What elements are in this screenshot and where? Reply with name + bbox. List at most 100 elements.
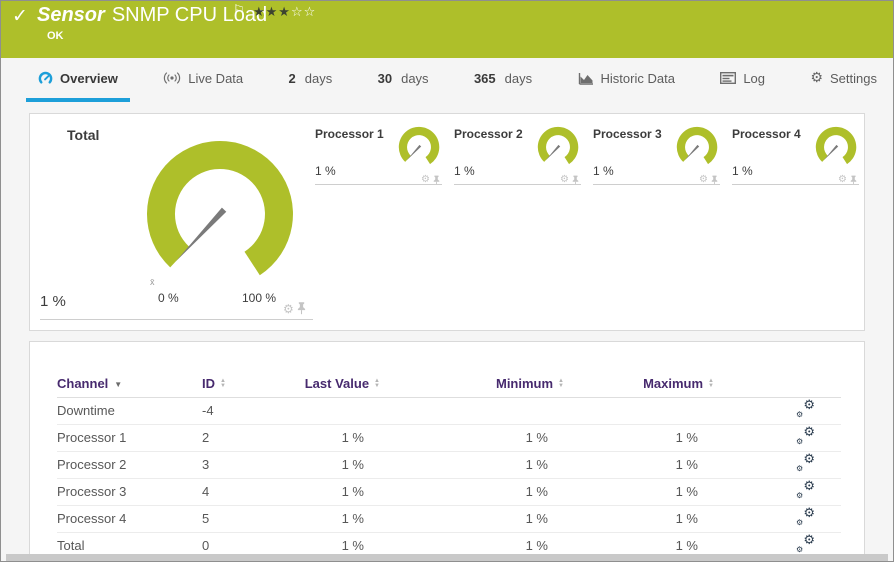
column-header-channel[interactable]: Channel ▼	[57, 370, 202, 398]
channel-id-cell: 2	[202, 424, 302, 452]
column-label: Maximum	[643, 375, 704, 391]
gauge-block-processor-4: Processor 4 1 % ⚙	[732, 114, 859, 194]
channels-table: Channel ▼ ID ▲ ▼ Last Value ▲ ▼ Minimum ▲ ▼ Max…	[57, 370, 841, 560]
channel-name-cell: Processor 3	[57, 478, 202, 506]
tab-label: Historic Data	[600, 70, 675, 86]
gauge-value: 1 %	[315, 164, 336, 178]
gauge-label: Processor 2	[454, 127, 523, 141]
total-gauge-actions: ⚙	[283, 302, 306, 315]
tab-log[interactable]: Log	[708, 58, 777, 102]
gear-big-icon: ⚙	[803, 425, 815, 440]
tab-number: 2	[288, 70, 296, 86]
channel-id-cell: 3	[202, 451, 302, 479]
maximum-cell: 1 %	[564, 451, 714, 479]
channel-id-cell: 5	[202, 505, 302, 533]
table-row: Downtime -4 ⚙ ⚙	[57, 397, 841, 425]
minimum-cell: 1 %	[380, 478, 564, 506]
gear-big-icon: ⚙	[803, 506, 815, 521]
channel-id-cell: 4	[202, 478, 302, 506]
tab-label: Settings	[829, 70, 877, 86]
table-row: Processor 4 5 1 % 1 % 1 % ⚙ ⚙	[57, 505, 841, 533]
total-gauge-label: Total	[67, 127, 100, 143]
status-ok-check-icon: ✓	[12, 5, 28, 27]
table-row: Processor 1 2 1 % 1 % 1 % ⚙ ⚙	[57, 424, 841, 452]
channel-settings-gears-icon[interactable]: ⚙ ⚙	[795, 398, 815, 419]
gauge-label: Processor 3	[593, 127, 662, 141]
sort-icon: ▲ ▼	[708, 378, 714, 390]
tab-label: days	[504, 70, 533, 86]
channel-settings-gears-icon[interactable]: ⚙ ⚙	[795, 452, 815, 473]
gear-small-icon: ⚙	[796, 518, 804, 527]
processor-2-gauge	[537, 126, 579, 165]
maximum-cell	[564, 397, 714, 425]
gear-big-icon: ⚙	[803, 479, 815, 494]
flag-icon[interactable]: ⚐	[233, 3, 245, 18]
column-header-id[interactable]: ID ▲ ▼	[202, 370, 302, 398]
channel-table-body: Downtime -4 ⚙ ⚙ Processor 1 2 1 % 1 % 1 …	[57, 397, 841, 560]
tab-30-days[interactable]: 30 days	[366, 58, 441, 102]
sensor-kind-label: Sensor	[37, 4, 105, 26]
gauge-scale-min: 0 %	[158, 291, 179, 305]
channel-name-cell: Processor 1	[57, 424, 202, 452]
tab-overview[interactable]: Overview	[26, 58, 130, 102]
gauge-block-processor-2: Processor 2 1 % ⚙	[454, 114, 581, 194]
tab-label: days	[401, 70, 429, 86]
divider	[732, 184, 859, 185]
tab-bar: Overview Live Data 2 days 30 days 365 da…	[1, 58, 893, 102]
tab-label: days	[304, 70, 333, 86]
channel-settings-gears-icon[interactable]: ⚙ ⚙	[795, 506, 815, 527]
sort-icon: ▲ ▼	[558, 378, 564, 390]
gauge-value: 1 %	[454, 164, 475, 178]
last-value-cell: 1 %	[302, 505, 380, 533]
stars-filled[interactable]: ★★★	[253, 5, 291, 20]
gear-big-icon: ⚙	[803, 398, 815, 413]
column-header-last-value[interactable]: Last Value ▲ ▼	[302, 370, 380, 398]
channel-settings-gears-icon[interactable]: ⚙ ⚙	[795, 425, 815, 446]
gear-big-icon: ⚙	[803, 533, 815, 548]
gear-small-icon: ⚙	[796, 464, 804, 473]
channel-name-cell: Processor 2	[57, 451, 202, 479]
pin-icon[interactable]	[297, 302, 306, 315]
channel-name-cell: Processor 4	[57, 505, 202, 533]
gauge-value: 1 %	[593, 164, 614, 178]
sort-desc-icon: ▼	[114, 379, 123, 389]
gauge-scale-max: 100 %	[242, 291, 277, 305]
maximum-cell: 1 %	[564, 505, 714, 533]
tab-number: 365	[473, 70, 496, 86]
channel-settings-gears-icon[interactable]: ⚙ ⚙	[795, 533, 815, 554]
channel-settings-gears-icon[interactable]: ⚙ ⚙	[795, 479, 815, 500]
gauge-arc	[146, 141, 293, 276]
gauge-icon	[38, 71, 53, 84]
maximum-cell: 1 %	[564, 478, 714, 506]
tab-settings[interactable]: ⚙ Settings	[798, 58, 889, 102]
tab-label: Overview	[60, 70, 118, 86]
gear-small-icon: ⚙	[796, 410, 804, 419]
divider	[454, 184, 581, 185]
horizontal-scrollbar[interactable]	[6, 554, 888, 561]
priority-stars[interactable]: ★★★☆☆	[253, 5, 316, 20]
tab-365-days[interactable]: 365 days	[462, 58, 544, 102]
gauge-value: 1 %	[732, 164, 753, 178]
column-label: Channel	[57, 375, 109, 391]
tab-historic-data[interactable]: Historic Data	[566, 58, 687, 102]
minimum-cell	[380, 397, 564, 425]
total-gauge-value: 1 %	[40, 293, 66, 310]
channel-settings-gear-icon[interactable]: ⚙	[283, 303, 294, 315]
tab-label: Log	[743, 70, 766, 86]
gear-small-icon: ⚙	[796, 545, 804, 554]
processor-1-gauge	[398, 126, 440, 165]
gauge-block-processor-3: Processor 3 1 % ⚙	[593, 114, 720, 194]
tab-live-data[interactable]: Live Data	[151, 58, 255, 102]
total-gauge: x̄	[146, 141, 293, 287]
processor-3-gauge	[676, 126, 718, 165]
column-header-maximum[interactable]: Maximum ▲ ▼	[564, 370, 714, 398]
sort-icon: ▲ ▼	[374, 378, 380, 390]
live-data-icon	[164, 72, 181, 84]
tab-2-days[interactable]: 2 days	[277, 58, 345, 102]
stars-empty[interactable]: ☆☆	[291, 5, 316, 20]
log-icon	[720, 72, 737, 84]
gauges-panel: Total x̄ 1 % 0 % 100 % ⚙ Processor 1 1 %	[29, 113, 865, 331]
column-header-minimum[interactable]: Minimum ▲ ▼	[380, 370, 564, 398]
table-header-row: Channel ▼ ID ▲ ▼ Last Value ▲ ▼ Minimum ▲ ▼ Max…	[57, 370, 841, 398]
divider	[593, 184, 720, 185]
